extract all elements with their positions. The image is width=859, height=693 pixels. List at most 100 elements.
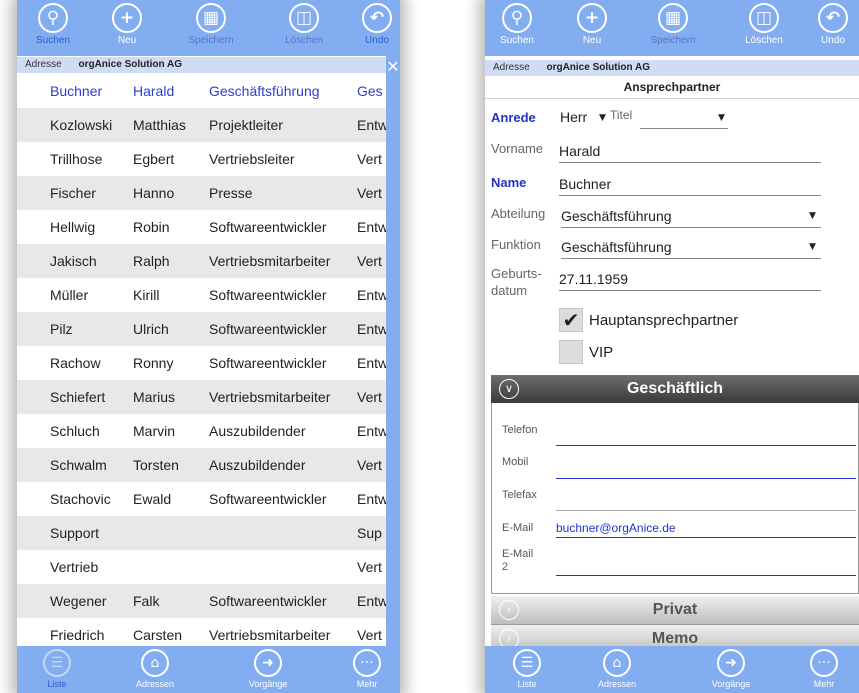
- nav-more-button[interactable]: ··· Mehr: [789, 649, 859, 689]
- new-button[interactable]: + Neu: [562, 3, 622, 55]
- lastname-cell: Wegener: [50, 593, 107, 609]
- firstname-cell: Egbert: [133, 151, 175, 167]
- function-cell: Vertriebsleiter: [209, 151, 295, 167]
- mobile-field[interactable]: [556, 460, 856, 479]
- section-private-header[interactable]: › Privat: [491, 596, 859, 625]
- list-row-selected[interactable]: Buchner Harald Geschäftsführung Ges: [17, 74, 386, 108]
- phone-label: Telefon: [502, 424, 538, 436]
- birthdate-label-line2: datum: [491, 283, 528, 298]
- delete-button[interactable]: ◫ Löschen: [734, 3, 794, 55]
- nav-processes-button[interactable]: ➜ Vorgänge: [696, 649, 766, 689]
- list-row[interactable]: Fischer Hanno Presse Vert: [17, 176, 386, 210]
- fax-field[interactable]: [556, 492, 856, 511]
- lastname-cell: Buchner: [50, 83, 103, 99]
- list-row[interactable]: Schluch Marvin Auszubildender Entw: [17, 414, 386, 448]
- function-cell: Auszubildender: [209, 423, 306, 439]
- list-row[interactable]: Stachovic Ewald Softwareentwickler Entw: [17, 482, 386, 516]
- section-business-header[interactable]: ∨ Geschäftlich: [491, 375, 859, 404]
- firstname-cell: Torsten: [133, 457, 179, 473]
- address-value: orgAnice Solution AG: [546, 62, 650, 73]
- house-icon: ⌂: [141, 649, 169, 677]
- nav-addresses-button[interactable]: ⌂ Adressen: [120, 649, 190, 689]
- list-row[interactable]: Vertrieb Vert: [17, 550, 386, 584]
- chevron-down-icon: ▼: [718, 113, 725, 123]
- side-strip: [386, 56, 400, 646]
- undo-button[interactable]: ↶ Undo: [347, 3, 400, 55]
- email2-label-line1: E-Mail: [502, 548, 534, 560]
- email2-label: E-Mail 2: [502, 548, 533, 574]
- function-cell: Vertriebsmitarbeiter: [209, 253, 331, 269]
- save-icon: ▦: [658, 3, 688, 33]
- firstname-cell: Ronny: [133, 355, 174, 371]
- vip-checkbox[interactable]: [559, 340, 583, 364]
- nav-list-button[interactable]: ☰ Liste: [492, 649, 562, 689]
- list-row[interactable]: Wegener Falk Softwareentwickler Entw: [17, 584, 386, 618]
- email-field[interactable]: buchner@orgAnice.de: [556, 519, 856, 538]
- function-label: Funktion: [491, 237, 541, 252]
- department-select[interactable]: Geschäftsführung: [561, 205, 821, 228]
- department-cell: Entw: [357, 423, 386, 439]
- list-row[interactable]: Hellwig Robin Softwareentwickler Entw: [17, 210, 386, 244]
- nav-addresses-button[interactable]: ⌂ Adressen: [582, 649, 652, 689]
- nav-more-button[interactable]: ··· Mehr: [332, 649, 400, 689]
- lastname-cell: Müller: [50, 287, 89, 303]
- department-cell: Vert: [357, 559, 382, 575]
- function-cell: Softwareentwickler: [209, 321, 327, 337]
- list-row[interactable]: Rachow Ronny Softwareentwickler Entw: [17, 346, 386, 380]
- contact-list: Buchner Harald Geschäftsführung Ges Kozl…: [17, 74, 386, 652]
- list-row[interactable]: Support Sup: [17, 516, 386, 550]
- function-cell: Projektleiter: [209, 117, 283, 133]
- delete-button[interactable]: ◫ Löschen: [274, 3, 334, 55]
- nav-processes-button[interactable]: ➜ Vorgänge: [233, 649, 303, 689]
- mobile-label: Mobil: [502, 456, 529, 468]
- phone-field[interactable]: [556, 427, 856, 446]
- name-label: Name: [491, 175, 527, 190]
- arrow-right-icon: ➜: [717, 649, 745, 677]
- function-cell: Presse: [209, 185, 253, 201]
- undo-icon: ↶: [818, 3, 848, 33]
- firstname-label: Vorname: [491, 141, 544, 156]
- function-cell: Softwareentwickler: [209, 219, 327, 235]
- function-select[interactable]: Geschäftsführung: [561, 236, 821, 259]
- vip-label: VIP: [589, 344, 614, 361]
- list-row[interactable]: Trillhose Egbert Vertriebsleiter Vert: [17, 142, 386, 176]
- top-toolbar: ⚲ Suchen + Neu ▦ Speichern ◫ Löschen ↶ U…: [485, 0, 859, 56]
- save-button[interactable]: ▦ Speichern: [643, 3, 703, 55]
- department-cell: Entw: [357, 355, 386, 371]
- new-button[interactable]: + Neu: [97, 3, 157, 55]
- save-button[interactable]: ▦ Speichern: [181, 3, 241, 55]
- close-icon[interactable]: ✕: [386, 56, 400, 80]
- list-row[interactable]: Müller Kirill Softwareentwickler Entw: [17, 278, 386, 312]
- main-contact-checkbox[interactable]: ✔: [559, 308, 583, 332]
- undo-button[interactable]: ↶ Undo: [803, 3, 859, 55]
- list-row[interactable]: Schwalm Torsten Auszubildender Vert: [17, 448, 386, 482]
- department-cell: Entw: [357, 117, 386, 133]
- function-cell: Softwareentwickler: [209, 355, 327, 371]
- list-row[interactable]: Jakisch Ralph Vertriebsmitarbeiter Vert: [17, 244, 386, 278]
- birthdate-field[interactable]: 27.11.1959: [559, 268, 821, 291]
- firstname-cell: Marvin: [133, 423, 176, 439]
- plus-icon: +: [112, 3, 142, 33]
- search-icon: ⚲: [502, 3, 532, 33]
- department-cell: Vert: [357, 151, 382, 167]
- list-row[interactable]: Pilz Ulrich Softwareentwickler Entw: [17, 312, 386, 346]
- department-cell: Entw: [357, 491, 386, 507]
- lastname-cell: Stachovic: [50, 491, 111, 507]
- chevron-down-icon: ▼: [809, 211, 816, 221]
- list-screen: ⚲ Suchen + Neu ▦ Speichern ◫ Löschen ↶ U…: [17, 0, 400, 693]
- trash-icon: ◫: [289, 3, 319, 33]
- checkmark-icon: ✔: [562, 308, 580, 332]
- list-row[interactable]: Schiefert Marius Vertriebsmitarbeiter Ve…: [17, 380, 386, 414]
- title-select[interactable]: [640, 106, 728, 129]
- undo-icon: ↶: [362, 3, 392, 33]
- email2-field[interactable]: [556, 557, 856, 576]
- list-row[interactable]: Kozlowski Matthias Projektleiter Entw: [17, 108, 386, 142]
- firstname-cell: Kirill: [133, 287, 160, 303]
- search-button[interactable]: ⚲ Suchen: [23, 3, 83, 55]
- name-field[interactable]: Buchner: [559, 173, 821, 196]
- firstname-field[interactable]: Harald: [559, 140, 821, 163]
- nav-list-button[interactable]: ☰ Liste: [22, 649, 92, 689]
- search-button[interactable]: ⚲ Suchen: [487, 3, 547, 55]
- firstname-cell: Ralph: [133, 253, 170, 269]
- lastname-cell: Support: [50, 525, 100, 541]
